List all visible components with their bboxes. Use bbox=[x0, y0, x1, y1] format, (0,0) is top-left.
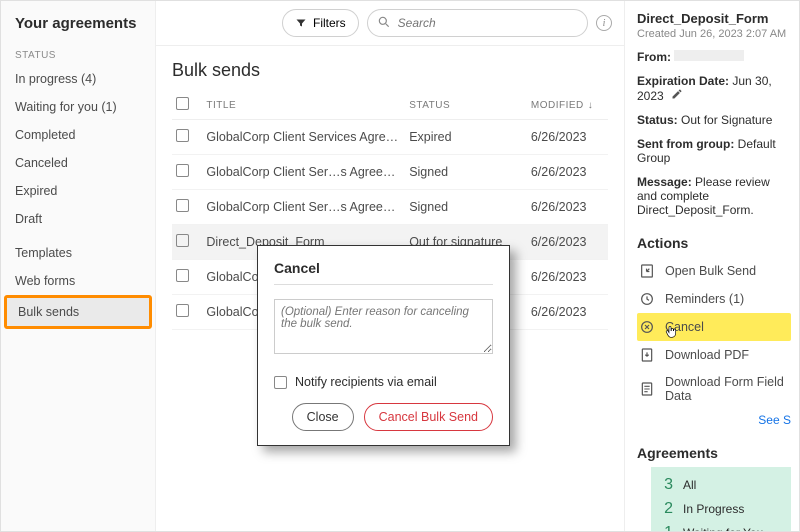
sort-descending-icon: ↓ bbox=[588, 100, 594, 111]
cancel-reason-textarea[interactable] bbox=[274, 299, 493, 354]
sidebar-item-canceled[interactable]: Canceled bbox=[1, 149, 155, 177]
notify-recipients-checkbox[interactable] bbox=[274, 376, 287, 389]
modal-title: Cancel bbox=[274, 260, 493, 276]
search-icon bbox=[377, 15, 391, 29]
table-row[interactable]: GlobalCorp Client Ser…s Agreement with f… bbox=[172, 190, 608, 225]
agreements-summary: 3All 2In Progress 1Waiting for You bbox=[651, 467, 791, 531]
row-checkbox[interactable] bbox=[176, 164, 189, 177]
sidebar-item-completed[interactable]: Completed bbox=[1, 121, 155, 149]
sidebar-item-bulk-sends-highlight: Bulk sends bbox=[4, 295, 152, 329]
agreement-count-all[interactable]: 3All bbox=[661, 473, 781, 497]
details-message: Message: Please review and complete Dire… bbox=[637, 175, 791, 217]
details-panel: Direct_Deposit_Form Created Jun 26, 2023… bbox=[624, 1, 799, 531]
modal-close-button[interactable]: Close bbox=[292, 403, 354, 431]
agreement-count-in-progress[interactable]: 2In Progress bbox=[661, 497, 781, 521]
info-icon[interactable]: i bbox=[596, 15, 612, 31]
sidebar-item-in-progress[interactable]: In progress (4) bbox=[1, 65, 155, 93]
filters-label: Filters bbox=[313, 16, 346, 30]
column-modified[interactable]: MODIFIED↓ bbox=[527, 91, 608, 120]
actions-heading: Actions bbox=[637, 235, 791, 251]
action-download-form-field-data[interactable]: Download Form Field Data bbox=[637, 369, 791, 409]
download-data-icon bbox=[639, 381, 655, 397]
cancel-circle-icon bbox=[639, 319, 655, 335]
row-checkbox[interactable] bbox=[176, 234, 189, 247]
sidebar-title: Your agreements bbox=[1, 11, 155, 42]
edit-expiration-icon[interactable] bbox=[671, 88, 683, 103]
sidebar-item-draft[interactable]: Draft bbox=[1, 205, 155, 233]
action-download-pdf[interactable]: Download PDF bbox=[637, 341, 791, 369]
column-status[interactable]: STATUS bbox=[405, 91, 527, 120]
column-title[interactable]: TITLE bbox=[202, 91, 405, 120]
table-row[interactable]: GlobalCorp Client Services Agreement Exp… bbox=[172, 120, 608, 155]
filters-button[interactable]: Filters bbox=[282, 9, 359, 37]
sidebar: Your agreements STATUS In progress (4) W… bbox=[1, 1, 156, 531]
cancel-modal: Cancel Notify recipients via email Close… bbox=[257, 245, 510, 446]
agreements-heading: Agreements bbox=[637, 445, 791, 461]
row-checkbox[interactable] bbox=[176, 269, 189, 282]
search-input[interactable] bbox=[367, 9, 588, 37]
sidebar-item-expired[interactable]: Expired bbox=[1, 177, 155, 205]
from-value-redacted bbox=[674, 50, 744, 61]
details-from: From: bbox=[637, 50, 791, 64]
details-title: Direct_Deposit_Form bbox=[637, 11, 791, 26]
details-expiration: Expiration Date: Jun 30, 2023 bbox=[637, 74, 791, 103]
sidebar-item-waiting[interactable]: Waiting for you (1) bbox=[1, 93, 155, 121]
details-created: Created Jun 26, 2023 2:07 AM bbox=[637, 28, 791, 40]
details-status: Status: Out for Signature bbox=[637, 113, 791, 127]
topbar: Filters i bbox=[156, 1, 624, 46]
sidebar-item-bulk-sends[interactable]: Bulk sends bbox=[7, 298, 149, 326]
action-cancel[interactable]: Cancel bbox=[637, 313, 791, 341]
action-reminders[interactable]: Reminders (1) bbox=[637, 285, 791, 313]
download-pdf-icon bbox=[639, 347, 655, 363]
clock-icon bbox=[639, 291, 655, 307]
modal-cancel-bulk-send-button[interactable]: Cancel Bulk Send bbox=[364, 403, 493, 431]
sidebar-section-status: STATUS bbox=[1, 42, 155, 65]
open-icon bbox=[639, 263, 655, 279]
details-group: Sent from group: Default Group bbox=[637, 137, 791, 165]
row-checkbox[interactable] bbox=[176, 129, 189, 142]
action-open-bulk-send[interactable]: Open Bulk Send bbox=[637, 257, 791, 285]
sidebar-item-web-forms[interactable]: Web forms bbox=[1, 267, 155, 295]
row-checkbox[interactable] bbox=[176, 304, 189, 317]
row-checkbox[interactable] bbox=[176, 199, 189, 212]
filter-icon bbox=[295, 17, 307, 29]
sidebar-item-templates[interactable]: Templates bbox=[1, 239, 155, 267]
select-all-checkbox[interactable] bbox=[176, 97, 189, 110]
table-row[interactable]: GlobalCorp Client Ser…s Agreement with f… bbox=[172, 155, 608, 190]
see-all-link[interactable]: See S bbox=[637, 413, 791, 427]
notify-label: Notify recipients via email bbox=[295, 375, 437, 389]
page-title: Bulk sends bbox=[172, 60, 608, 81]
agreement-count-waiting[interactable]: 1Waiting for You bbox=[661, 521, 781, 531]
